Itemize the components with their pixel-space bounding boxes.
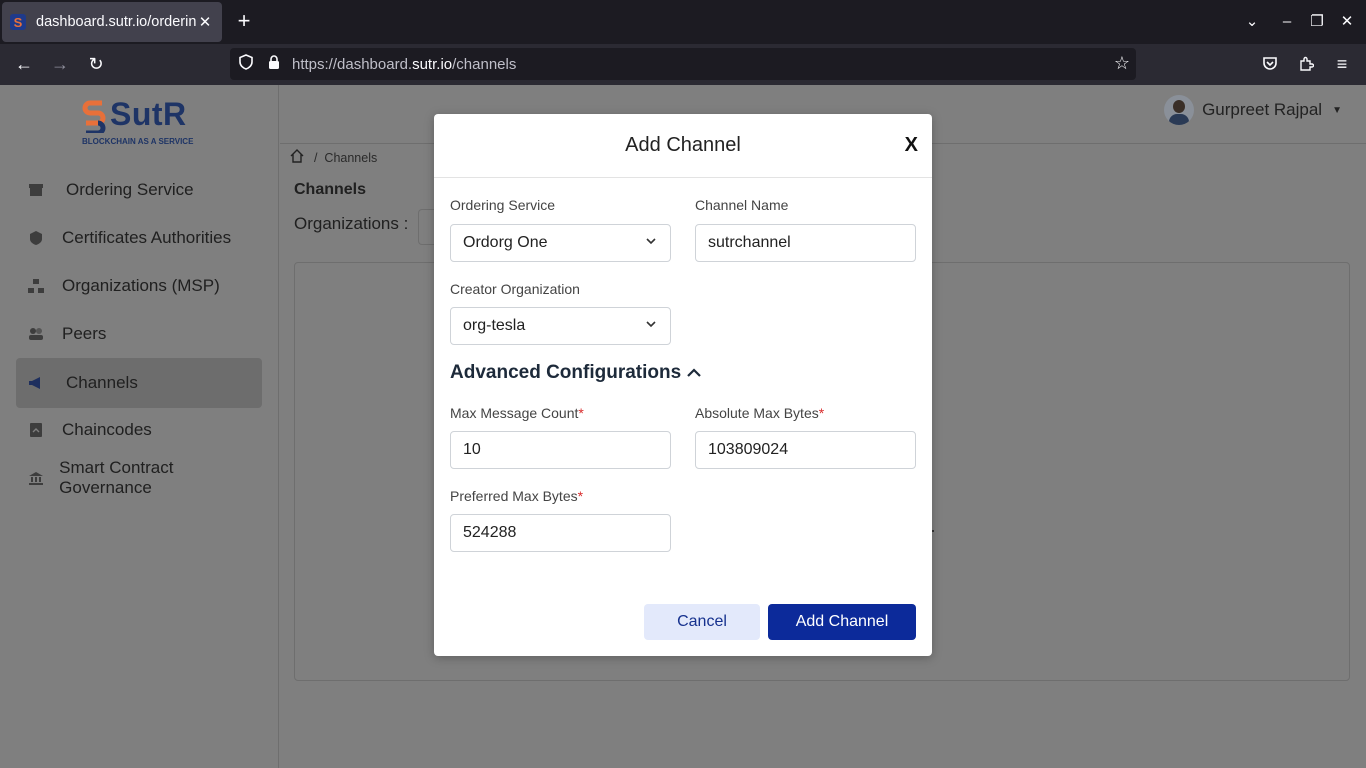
app-menu-icon[interactable]: ≡	[1330, 52, 1354, 76]
avatar	[1164, 95, 1195, 125]
people-icon	[26, 324, 46, 344]
required-mark: *	[577, 488, 584, 504]
code-file-icon	[26, 420, 46, 440]
hierarchy-icon	[26, 276, 46, 296]
sidebar-item-organizations[interactable]: Organizations (MSP)	[16, 261, 262, 311]
creator-organization-select[interactable]: org-tesla	[450, 307, 671, 345]
browser-tab-bar: S dashboard.sutr.io/ordering ✕ + ⌄ – ❐ ✕	[0, 0, 1366, 44]
home-icon[interactable]	[290, 149, 304, 166]
forward-icon[interactable]: →	[48, 52, 72, 76]
sidebar-item-chaincodes[interactable]: Chaincodes	[16, 405, 262, 455]
box-icon	[26, 180, 46, 200]
max-message-count-value: 10	[463, 441, 481, 458]
sidebar-item-label: Channels	[66, 373, 138, 392]
sidebar-item-ordering-service[interactable]: Ordering Service	[16, 165, 262, 215]
channel-name-value: sutrchannel	[708, 234, 791, 251]
url-bar[interactable]: https://dashboard.sutr.io/channels ☆	[230, 48, 1136, 80]
breadcrumb-separator: /	[314, 150, 325, 165]
megaphone-icon	[26, 373, 46, 393]
preferred-max-bytes-input[interactable]: 524288	[450, 514, 671, 552]
ordering-service-select[interactable]: Ordorg One	[450, 224, 671, 262]
sidebar-item-label: Certificates Authorities	[62, 228, 232, 247]
back-icon[interactable]: ←	[12, 52, 36, 76]
advanced-configurations-toggle[interactable]: Advanced Configurations	[450, 362, 701, 384]
pocket-icon[interactable]	[1258, 52, 1282, 76]
page-title: Channels	[294, 181, 367, 198]
browser-nav-bar: ← → ↻ https://dashboard.sutr.io/channels…	[0, 44, 1366, 85]
browser-tab[interactable]: S dashboard.sutr.io/ordering ✕	[2, 2, 222, 42]
absolute-max-bytes-label: Absolute Max Bytes*	[695, 405, 825, 421]
sidebar-item-label: Organizations (MSP)	[62, 276, 220, 295]
close-tab-icon[interactable]: ✕	[196, 13, 214, 31]
shield-icon[interactable]	[236, 54, 256, 74]
sidebar-item-smart-contract-governance[interactable]: Smart Contract Governance	[16, 453, 262, 503]
add-channel-modal: Add Channel X Ordering Service Ordorg On…	[434, 114, 932, 656]
advanced-configurations-title: Advanced Configurations	[450, 362, 682, 383]
creator-organization-label: Creator Organization	[450, 281, 580, 297]
chevron-up-icon	[687, 368, 701, 377]
channel-name-input[interactable]: sutrchannel	[695, 224, 916, 262]
max-message-count-label: Max Message Count*	[450, 405, 584, 421]
logo-tagline: BLOCKCHAIN AS A SERVICE	[82, 137, 194, 146]
breadcrumb-current: Channels	[324, 150, 378, 165]
sidebar-item-peers[interactable]: Peers	[16, 309, 262, 359]
logo-mark-icon	[82, 100, 106, 133]
cancel-button[interactable]: Cancel	[644, 604, 760, 640]
sidebar-item-label: Chaincodes	[62, 420, 152, 439]
tab-list-chevron-icon[interactable]: ⌄	[1240, 10, 1264, 34]
sidebar-item-certificates-authorities[interactable]: Certificates Authorities	[16, 213, 262, 263]
caret-down-icon: ▼	[1332, 104, 1342, 116]
reload-icon[interactable]: ↻	[84, 52, 108, 76]
sutr-logo[interactable]: SutR BLOCKCHAIN AS A SERVICE	[82, 96, 202, 149]
user-menu[interactable]: Gurpreet Rajpal ▼	[1164, 95, 1342, 125]
required-mark: *	[818, 405, 825, 421]
preferred-max-bytes-label: Preferred Max Bytes*	[450, 488, 584, 504]
preferred-max-bytes-value: 524288	[463, 524, 517, 541]
favicon-icon: S	[10, 14, 26, 30]
user-name: Gurpreet Rajpal	[1202, 100, 1323, 119]
absolute-max-bytes-value: 103809024	[708, 441, 789, 458]
new-tab-icon[interactable]: +	[232, 10, 256, 34]
required-mark: *	[578, 405, 584, 421]
sidebar-item-label: Peers	[62, 324, 107, 343]
sidebar: SutR BLOCKCHAIN AS A SERVICE Ordering Se…	[0, 85, 279, 768]
bookmark-star-icon[interactable]: ☆	[1114, 53, 1130, 74]
absolute-max-bytes-input[interactable]: 103809024	[695, 431, 916, 469]
add-channel-button[interactable]: Add Channel	[768, 604, 916, 640]
ordering-service-label: Ordering Service	[450, 197, 556, 213]
channel-name-label: Channel Name	[695, 197, 789, 213]
sidebar-item-label: Smart Contract Governance	[59, 458, 174, 497]
sidebar-item-label: Ordering Service	[66, 180, 194, 199]
logo-text: SutR	[110, 96, 187, 132]
max-message-count-input[interactable]: 10	[450, 431, 671, 469]
modal-title: Add Channel	[625, 134, 741, 156]
window-close-icon[interactable]: ✕	[1335, 10, 1359, 34]
restore-icon[interactable]: ❐	[1305, 10, 1329, 34]
chevron-down-icon	[646, 321, 656, 328]
url-text: https://dashboard.sutr.io/channels	[292, 55, 517, 73]
modal-header: Add Channel X	[434, 114, 932, 178]
tab-title: dashboard.sutr.io/ordering	[36, 14, 196, 30]
ordering-service-value: Ordorg One	[463, 234, 548, 251]
sidebar-item-channels[interactable]: Channels	[16, 358, 262, 408]
extensions-icon[interactable]	[1294, 52, 1318, 76]
organizations-label: Organizations :	[294, 214, 409, 233]
modal-close-button[interactable]: X	[905, 134, 918, 157]
badge-icon	[26, 228, 46, 248]
lock-icon[interactable]	[264, 54, 284, 74]
minimize-icon[interactable]: –	[1275, 10, 1299, 34]
content-artifact	[932, 530, 934, 532]
bank-icon	[26, 468, 45, 488]
creator-organization-value: org-tesla	[463, 317, 526, 334]
chevron-down-icon	[646, 238, 656, 245]
